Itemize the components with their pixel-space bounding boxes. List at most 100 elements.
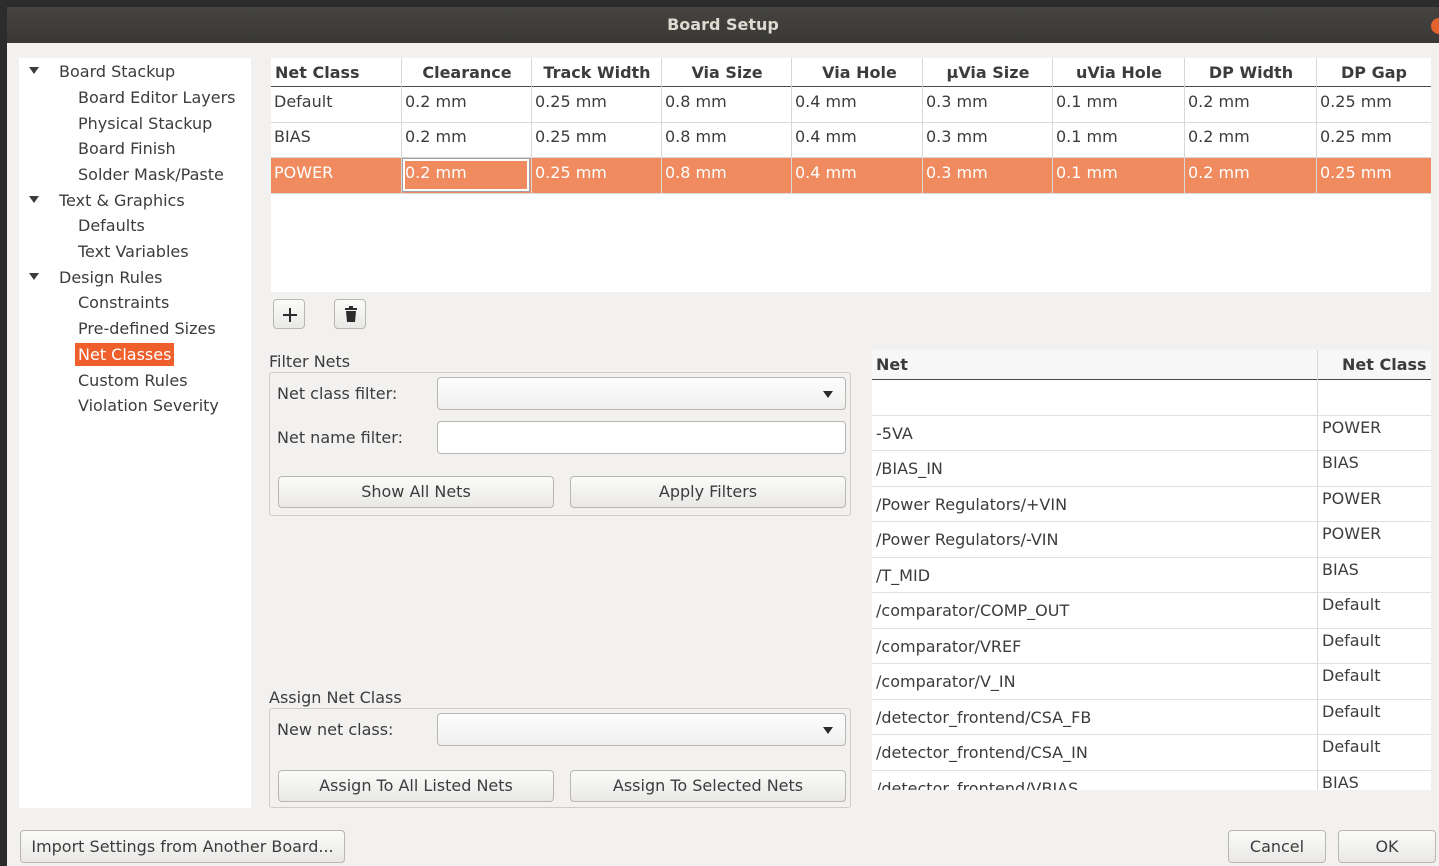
net-name: /Power Regulators/-VIN (876, 530, 1059, 549)
tree-item-predefined-sizes[interactable]: Pre-defined Sizes (78, 317, 216, 340)
trash-icon (345, 306, 357, 322)
table-cell[interactable]: 0.2 mm (1185, 87, 1250, 122)
netclass-name-cell[interactable]: BIAS (271, 122, 401, 157)
table-cell[interactable]: 0.3 mm (923, 158, 988, 193)
table-cell[interactable]: 0.4 mm (792, 87, 857, 122)
tree-item-board-editor-layers[interactable]: Board Editor Layers (78, 86, 236, 109)
ok-button[interactable]: OK (1338, 830, 1436, 863)
table-cell[interactable]: 0.1 mm (1053, 122, 1118, 157)
net-name: /Power Regulators/+VIN (876, 494, 1068, 514)
column-header-net[interactable]: Net (872, 350, 1317, 380)
tree-item-board-finish[interactable]: Board Finish (78, 137, 176, 160)
net-class-value: BIAS (1322, 772, 1359, 791)
column-header[interactable]: Via Size (662, 58, 792, 88)
tree-item-net-classes[interactable]: Net Classes (75, 343, 175, 366)
tree-item-defaults[interactable]: Defaults (78, 214, 145, 237)
table-cell[interactable]: 0.2 mm (1185, 158, 1250, 193)
tree-item-design-rules[interactable]: Design Rules (59, 266, 163, 289)
table-cell[interactable]: 0.3 mm (923, 122, 988, 157)
table-cell[interactable]: 0.25 mm (1317, 87, 1392, 122)
column-header-net-class[interactable]: Net Class (1318, 350, 1431, 380)
column-header[interactable]: Track Width (532, 58, 662, 88)
table-cell[interactable]: 0.4 mm (792, 122, 857, 157)
show-all-nets-button[interactable]: Show All Nets (278, 476, 554, 508)
tree-item-violation-severity[interactable]: Violation Severity (78, 394, 219, 417)
net-class-value: Default (1322, 701, 1381, 721)
table-row[interactable]: /Power Regulators/-VIN POWER (872, 522, 1431, 558)
net-name: -5VA (876, 423, 913, 443)
column-header[interactable]: DP Gap (1317, 58, 1431, 88)
cancel-button[interactable]: Cancel (1228, 830, 1326, 863)
table-row[interactable]: /Power Regulators/+VIN POWER (872, 487, 1431, 522)
chevron-down-icon (823, 391, 833, 398)
expand-arrow-icon[interactable] (29, 273, 39, 280)
table-cell[interactable]: 0.1 mm (1053, 158, 1118, 193)
tree-item-board-stackup[interactable]: Board Stackup (59, 60, 175, 83)
table-cell[interactable]: 0.8 mm (662, 158, 727, 193)
net-class-value: Default (1322, 737, 1381, 756)
net-class-filter-select[interactable] (437, 377, 846, 410)
table-cell[interactable]: 0.3 mm (923, 87, 988, 122)
filter-nets-title: Filter Nets (269, 352, 353, 371)
netclass-name-cell[interactable]: POWER (271, 158, 401, 193)
table-cell[interactable]: 0.2 mm (402, 122, 467, 157)
net-name: /detector_frontend/CSA_IN (876, 743, 1088, 762)
table-cell[interactable]: 0.2 mm (402, 87, 467, 122)
table-cell[interactable]: 0.25 mm (532, 158, 607, 193)
table-row[interactable]: /comparator/V_IN Default (872, 664, 1431, 700)
table-row[interactable]: /T_MID BIAS (872, 558, 1431, 593)
column-header[interactable]: uVia Hole (1053, 58, 1185, 88)
tree-item-text-graphics[interactable]: Text & Graphics (59, 189, 185, 212)
plus-icon (283, 308, 297, 322)
column-header[interactable]: Via Hole (792, 58, 927, 88)
table-cell[interactable]: 0.25 mm (532, 87, 607, 122)
window-title: Board Setup (667, 15, 779, 34)
tree-item-text-variables[interactable]: Text Variables (78, 240, 189, 263)
tree-item-solder-mask-paste[interactable]: Solder Mask/Paste (78, 163, 224, 186)
table-row[interactable]: /BIAS_IN BIAS (872, 451, 1431, 487)
net-class-value: Default (1322, 630, 1381, 650)
table-cell[interactable]: 0.4 mm (792, 158, 857, 193)
table-cell[interactable]: 0.25 mm (532, 122, 607, 157)
table-row[interactable]: /comparator/VREF Default (872, 629, 1431, 664)
expand-arrow-icon[interactable] (29, 67, 39, 74)
tree-item-custom-rules[interactable]: Custom Rules (78, 369, 188, 392)
column-header[interactable]: Clearance (402, 58, 532, 88)
net-name: /detector_frontend/VBIAS (876, 778, 1079, 791)
net-list-table: Net Net Class +5VA POWER -5VA POWER /BIA… (872, 350, 1431, 790)
table-row[interactable]: -5VA POWER (872, 416, 1431, 451)
netclass-name-cell[interactable]: Default (271, 87, 401, 122)
net-class-value: BIAS (1322, 559, 1359, 579)
column-header[interactable]: Net Class (271, 58, 402, 88)
column-header[interactable]: DP Width (1185, 58, 1317, 88)
table-row[interactable]: /comparator/COMP_OUT Default (872, 593, 1431, 629)
assign-to-all-listed-nets-button[interactable]: Assign To All Listed Nets (278, 770, 554, 802)
column-header[interactable]: µVia Size (923, 58, 1053, 88)
net-name: /T_MID (876, 565, 931, 585)
import-settings-button[interactable]: Import Settings from Another Board... (20, 830, 345, 863)
table-cell[interactable]: 0.25 mm (1317, 158, 1392, 193)
new-net-class-select[interactable] (437, 713, 846, 746)
expand-arrow-icon[interactable] (29, 196, 39, 203)
table-cell[interactable]: 0.1 mm (1053, 87, 1118, 122)
net-name-filter-label: Net name filter: (277, 428, 403, 447)
table-row[interactable]: /detector_frontend/CSA_FB Default (872, 700, 1431, 735)
table-cell[interactable]: 0.8 mm (662, 87, 727, 122)
tree-item-constraints[interactable]: Constraints (78, 291, 169, 314)
settings-tree: Board Stackup Board Editor Layers Physic… (19, 58, 251, 808)
board-setup-dialog: Board Stackup Board Editor Layers Physic… (7, 43, 1439, 866)
net-name-filter-input[interactable] (437, 421, 846, 454)
table-row[interactable]: +5VA POWER (872, 380, 1431, 416)
table-row[interactable]: /detector_frontend/VBIAS BIAS (872, 771, 1431, 791)
table-cell[interactable]: 0.2 mm (1185, 122, 1250, 157)
table-row[interactable]: /detector_frontend/CSA_IN Default (872, 735, 1431, 771)
net-class-filter-label: Net class filter: (277, 384, 398, 403)
apply-filters-button[interactable]: Apply Filters (570, 476, 846, 508)
tree-item-physical-stackup[interactable]: Physical Stackup (78, 112, 212, 135)
delete-netclass-button[interactable] (334, 299, 366, 329)
add-netclass-button[interactable] (273, 299, 305, 329)
table-cell[interactable]: 0.8 mm (662, 122, 727, 157)
table-cell[interactable]: 0.2 mm (402, 158, 467, 193)
assign-to-selected-nets-button[interactable]: Assign To Selected Nets (570, 770, 846, 802)
table-cell[interactable]: 0.25 mm (1317, 122, 1392, 157)
